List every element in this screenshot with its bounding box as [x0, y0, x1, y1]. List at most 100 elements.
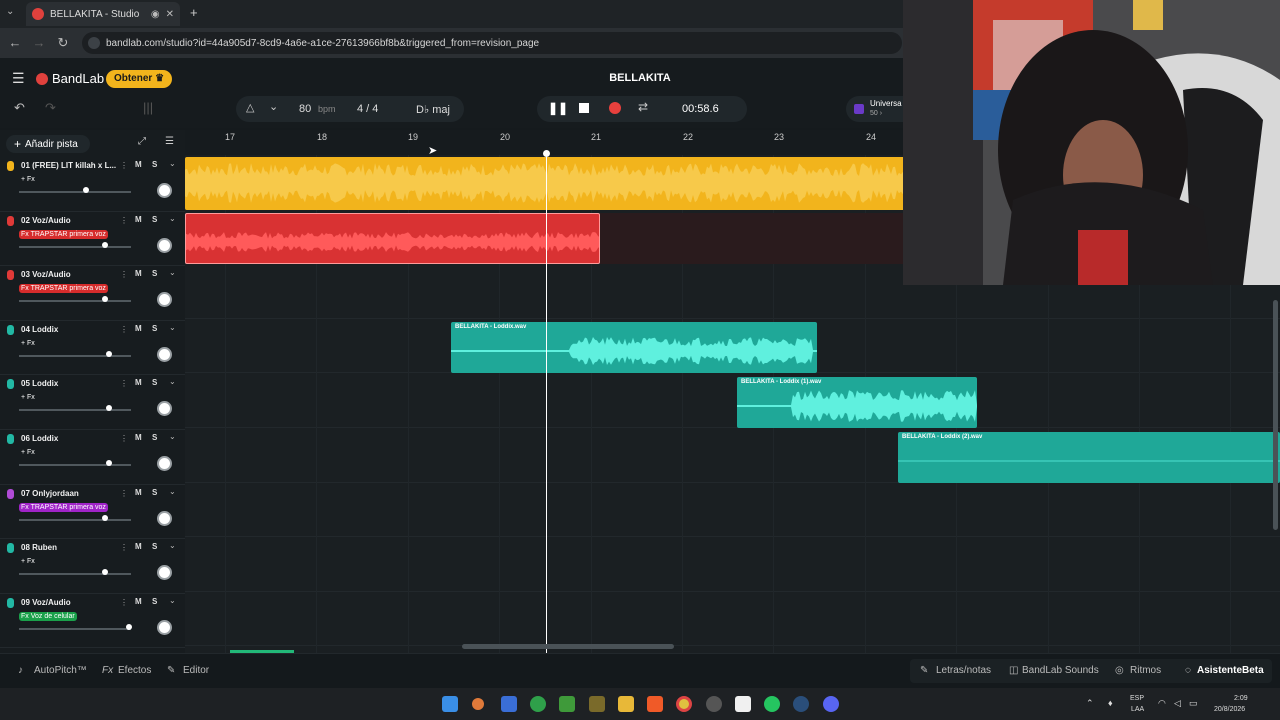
mute-button[interactable]: M [135, 378, 142, 387]
track-header[interactable]: 02 Voz/Audio ⋮ M S ⌄ Fx TRAPSTAR primera voz [0, 212, 185, 267]
menu-icon[interactable]: ☰ [12, 70, 25, 87]
volume-slider[interactable] [19, 573, 131, 576]
track-options-icon[interactable]: ⋮ [120, 434, 128, 443]
lyrics-icon[interactable]: ✎ [920, 665, 928, 676]
editor-icon[interactable]: ✎ [167, 665, 175, 676]
site-info-icon[interactable] [88, 37, 100, 49]
mute-button[interactable]: M [135, 433, 142, 442]
record-button[interactable] [609, 102, 621, 114]
track-name[interactable]: 07 Onlyjordaan [21, 489, 116, 498]
expand-chevron-icon[interactable]: ⌄ [169, 214, 176, 223]
solo-button[interactable]: S [152, 433, 157, 442]
automation-icon[interactable]: ⤢ [138, 136, 146, 147]
track-header[interactable]: 03 Voz/Audio ⋮ M S ⌄ Fx TRAPSTAR primera voz [0, 266, 185, 321]
effects-icon[interactable]: Fx [102, 665, 113, 676]
discord-icon[interactable] [823, 696, 839, 712]
volume-slider-handle[interactable] [105, 460, 112, 466]
project-title[interactable]: BELLAKITA [540, 72, 740, 84]
pan-knob[interactable] [157, 183, 172, 198]
pan-knob[interactable] [157, 401, 172, 417]
track-lane[interactable] [185, 483, 1280, 538]
capcut-icon[interactable] [735, 696, 751, 712]
tray-chevron-icon[interactable]: ⌃ [1086, 698, 1094, 709]
region-track-04[interactable]: BELLAKITA - Loddix.wav [451, 322, 817, 373]
add-track-button[interactable]: + Añadir pista [6, 135, 90, 153]
pan-knob[interactable] [157, 456, 172, 471]
region-track-06[interactable]: BELLAKITA - Loddix (2).wav [898, 432, 1280, 483]
battery-icon[interactable]: ▭ [1189, 698, 1198, 709]
volume-slider-handle[interactable] [102, 514, 109, 521]
mixer-icon[interactable]: ||| [143, 100, 153, 115]
expand-chevron-icon[interactable]: ⌄ [169, 541, 176, 550]
volume-slider[interactable] [19, 464, 131, 466]
fx-button[interactable]: Fx TRAPSTAR primera voz [19, 284, 108, 294]
expand-chevron-icon[interactable]: ⌄ [169, 323, 176, 332]
track-header[interactable]: 06 Loddix ⋮ M S ⌄ + Fx [0, 430, 185, 485]
windows-start-icon[interactable] [442, 696, 458, 712]
mute-button[interactable]: M [135, 597, 142, 606]
fx-button[interactable]: Fx TRAPSTAR primera voz [19, 229, 108, 239]
track-options-icon[interactable]: ⋮ [120, 543, 128, 552]
osu-icon[interactable] [706, 696, 722, 712]
mic-tray-icon[interactable]: ♦ [1108, 698, 1113, 708]
language-indicator[interactable]: ESP [1130, 695, 1144, 702]
volume-slider[interactable] [19, 518, 131, 521]
solo-button[interactable]: S [152, 542, 157, 551]
volume-slider[interactable] [19, 354, 131, 357]
vertical-scrollbar[interactable] [1273, 300, 1278, 530]
url-field[interactable]: bandlab.com/studio?id=44a905d7-8cd9-4a6e… [82, 32, 902, 54]
mute-button[interactable]: M [135, 488, 142, 497]
track-header[interactable]: 08 Ruben ⋮ M S ⌄ + Fx [0, 539, 185, 594]
autopitch-icon[interactable]: ♪ [18, 665, 23, 676]
steam-icon[interactable] [793, 696, 809, 712]
whatsapp-icon[interactable] [764, 696, 780, 712]
pan-knob[interactable] [157, 619, 172, 635]
horizontal-scrollbar[interactable] [462, 644, 674, 649]
track-options-icon[interactable]: ⋮ [120, 379, 128, 388]
track-name[interactable]: 01 (FREE) LIT killah x L... [21, 161, 116, 170]
expand-chevron-icon[interactable]: ⌄ [169, 432, 176, 441]
game-icon[interactable] [589, 696, 605, 712]
expand-chevron-icon[interactable]: ⌄ [169, 268, 176, 277]
brave-icon[interactable] [647, 696, 663, 712]
audio-icon[interactable]: ◉ [151, 9, 160, 20]
lyrics-button[interactable]: Letras/notas [936, 665, 991, 676]
expand-chevron-icon[interactable]: ⌄ [169, 377, 176, 386]
region-track-01[interactable] [185, 157, 905, 210]
track-header[interactable]: 09 Voz/Audio ⋮ M S ⌄ Fx Voz de celular [0, 594, 185, 649]
clock-time[interactable]: 2:09 [1234, 695, 1248, 702]
volume-slider[interactable] [19, 191, 131, 193]
back-icon[interactable]: ← [6, 34, 24, 52]
solo-button[interactable]: S [152, 160, 157, 169]
track-options-icon[interactable]: ⋮ [120, 489, 128, 498]
track-name[interactable]: 03 Voz/Audio [21, 270, 116, 279]
pan-knob[interactable] [157, 510, 172, 526]
solo-button[interactable]: S [152, 324, 157, 333]
track-lane[interactable] [185, 592, 1280, 647]
volume-slider-handle[interactable] [125, 623, 132, 630]
track-options-icon[interactable]: ⋮ [120, 161, 128, 170]
fx-button[interactable]: + Fx [19, 339, 37, 348]
track-name[interactable]: 08 Ruben [21, 543, 116, 552]
fx-button[interactable]: Fx Voz de celular [19, 611, 77, 621]
expand-chevron-icon[interactable]: ⌄ [169, 159, 176, 168]
volume-slider[interactable] [19, 300, 131, 303]
expand-chevron-icon[interactable]: ⌄ [169, 487, 176, 496]
pan-knob[interactable] [157, 346, 172, 362]
track-lane[interactable] [185, 373, 1280, 428]
metronome-dropdown-icon[interactable]: ⌄ [269, 100, 278, 113]
track-name[interactable]: 09 Voz/Audio [21, 598, 116, 607]
forward-icon[interactable]: → [30, 34, 48, 52]
editor-button[interactable]: Editor [183, 665, 209, 676]
mute-button[interactable]: M [135, 542, 142, 551]
track-header[interactable]: 01 (FREE) LIT killah x L... ⋮ M S ⌄ + Fx [0, 157, 185, 212]
get-button[interactable]: Obtener ♛ [106, 70, 172, 88]
track-header[interactable]: 07 Onlyjordaan ⋮ M S ⌄ Fx TRAPSTAR primera vo… [0, 485, 185, 540]
rhythms-button[interactable]: Ritmos [1130, 665, 1161, 676]
solo-button[interactable]: S [152, 597, 157, 606]
pan-knob[interactable] [157, 565, 172, 581]
tab-list-chevron-icon[interactable]: ⌄ [6, 6, 14, 17]
effects-button[interactable]: Efectos [118, 665, 151, 676]
volume-slider-handle[interactable] [102, 241, 109, 248]
assistant-icon[interactable]: ◌ [1185, 665, 1191, 676]
